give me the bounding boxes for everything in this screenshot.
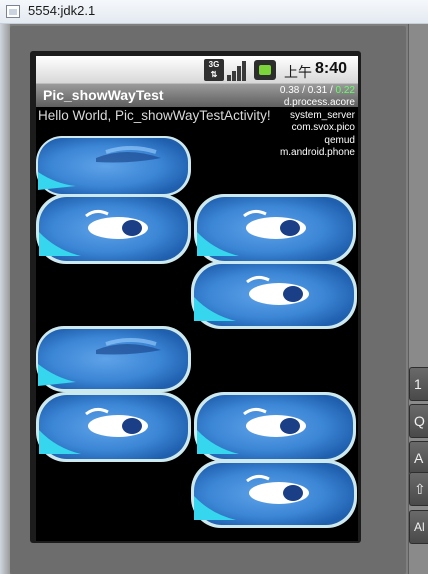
- keyboard-key-q[interactable]: Q: [409, 404, 428, 438]
- fish-image: [36, 194, 191, 264]
- window-app-icon: [6, 5, 20, 18]
- keyboard-key-shift[interactable]: ⇧: [409, 472, 428, 506]
- emulator-frame-edge: [0, 24, 10, 574]
- process-item: qemud: [324, 134, 355, 146]
- fish-image: [191, 261, 357, 329]
- load-average-line: 0.38 / 0.31 / 0.22: [279, 85, 355, 96]
- fish-image: [36, 392, 191, 462]
- fish-image: [36, 326, 191, 392]
- phone-screen[interactable]: 3G ⇅ 上午 8:40 Pic_showWayTest Hello World…: [36, 56, 358, 541]
- keyboard-key-a[interactable]: A: [409, 441, 428, 475]
- fish-image: [194, 392, 356, 462]
- load-average-3: 0.22: [335, 85, 355, 96]
- load-average-overlay: 0.38 / 0.31 / 0.22 d.process.acore syste…: [280, 85, 355, 159]
- fish-image: [191, 460, 357, 528]
- keyboard-key-alt[interactable]: Al: [409, 510, 428, 544]
- load-average-2: 0.31: [307, 85, 328, 96]
- process-item: m.android.phone: [279, 147, 355, 159]
- fish-image: [36, 136, 191, 196]
- keyboard-key-1[interactable]: 1: [409, 367, 428, 401]
- window-title: 5554:jdk2.1: [28, 3, 96, 18]
- load-average-1: 0.38: [279, 85, 300, 96]
- process-item: system_server: [289, 109, 355, 121]
- process-item: com.svox.pico: [291, 122, 355, 134]
- process-item: d.process.acore: [283, 97, 355, 109]
- fish-image: [194, 194, 356, 264]
- window-titlebar[interactable]: 5554:jdk2.1: [0, 0, 428, 24]
